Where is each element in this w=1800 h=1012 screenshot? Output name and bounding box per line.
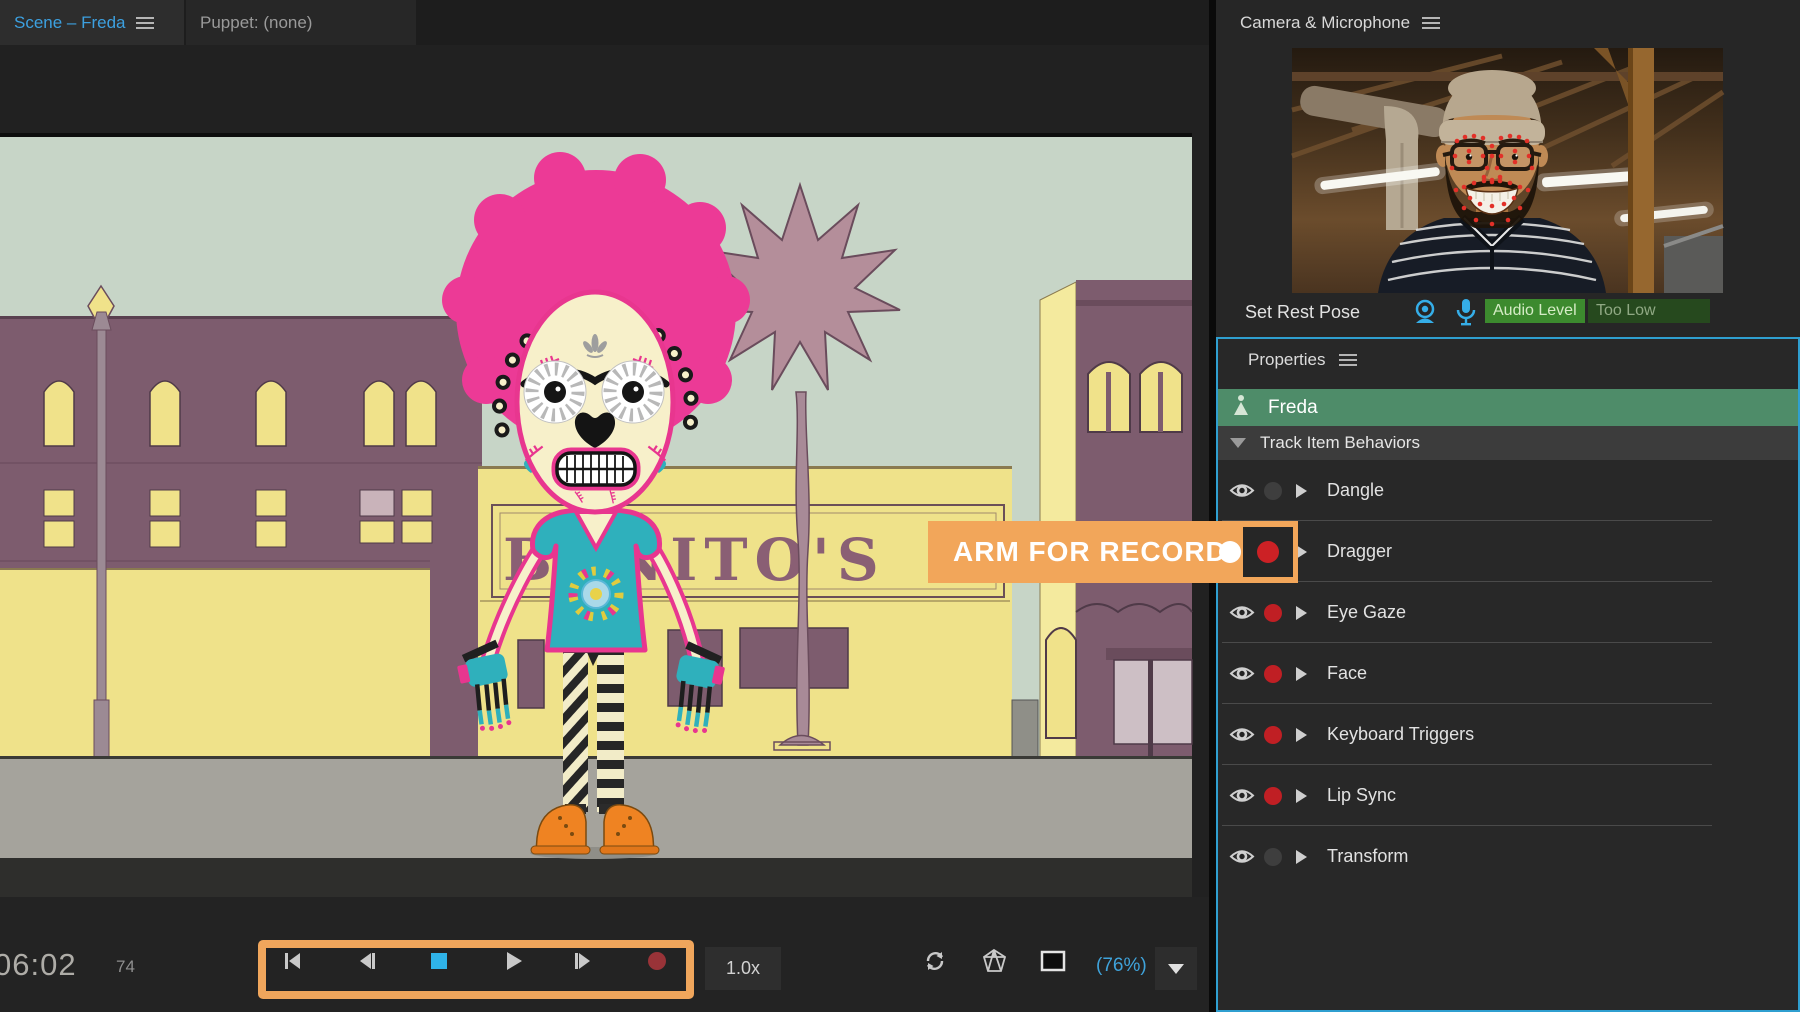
- arm-for-record-dot[interactable]: [1264, 848, 1282, 866]
- scene-tab-bar: Scene – Freda Puppet: (none): [0, 0, 1209, 45]
- behavior-row-eye-gaze[interactable]: Eye Gaze: [1218, 582, 1798, 643]
- expand-arrow-icon[interactable]: [1296, 667, 1307, 681]
- chevron-down-icon: [1230, 438, 1246, 448]
- audio-level-label: Audio Level: [1485, 299, 1585, 323]
- timecode: 06:02: [0, 947, 77, 983]
- scene-artwork: BENITO'S: [0, 133, 1192, 897]
- zoom-dropdown-button[interactable]: [1155, 947, 1197, 990]
- behavior-row-dragger[interactable]: Dragger: [1218, 521, 1798, 582]
- arm-for-record-label: ARM FOR RECORD: [953, 536, 1227, 568]
- section-title: Track Item Behaviors: [1260, 433, 1420, 453]
- camera-panel-title: Camera & Microphone: [1240, 13, 1410, 33]
- properties-panel: Properties Freda Track Item Behaviors Da…: [1216, 337, 1800, 1012]
- visibility-eye-icon[interactable]: [1229, 848, 1255, 870]
- arm-for-record-dot[interactable]: [1264, 604, 1282, 622]
- freda-right-leg: [597, 648, 624, 812]
- behavior-label: Keyboard Triggers: [1327, 724, 1474, 745]
- tab-scene-label: Scene – Freda: [14, 13, 126, 33]
- expand-arrow-icon[interactable]: [1296, 606, 1307, 620]
- expand-arrow-icon[interactable]: [1296, 728, 1307, 742]
- scene-panel: Scene – Freda Puppet: (none): [0, 0, 1209, 1012]
- behavior-label: Dangle: [1327, 480, 1384, 501]
- highlighted-eye-dot: [1219, 541, 1241, 563]
- expand-arrow-icon[interactable]: [1296, 789, 1307, 803]
- arm-for-record-dot[interactable]: [1264, 482, 1282, 500]
- camera-microphone-panel: Camera & Microphone: [1216, 0, 1800, 337]
- behavior-label: Transform: [1327, 846, 1408, 867]
- arm-for-record-dot[interactable]: [1264, 787, 1282, 805]
- camera-controls-row: Set Rest Pose Audio Level Too Low: [1216, 293, 1800, 337]
- tab-puppet-label: Puppet: (none): [200, 13, 312, 33]
- visibility-eye-icon[interactable]: [1229, 604, 1255, 626]
- transport-highlight-outline: [258, 940, 694, 999]
- behavior-list: Dangle Dragger Eye Gaze Face: [1218, 460, 1798, 887]
- snapshot-icon[interactable]: [1036, 944, 1070, 978]
- set-rest-pose-button[interactable]: Set Rest Pose: [1245, 302, 1360, 323]
- arm-for-record-highlight-square: [1243, 527, 1293, 577]
- refresh-icon[interactable]: [918, 944, 952, 978]
- tab-puppet[interactable]: Puppet: (none): [186, 0, 416, 45]
- webcam-feed: [1292, 48, 1723, 293]
- behavior-row-face[interactable]: Face: [1218, 643, 1798, 704]
- frame-count: 74: [116, 957, 135, 977]
- zoom-level[interactable]: (76%): [1096, 955, 1147, 977]
- panel-menu-icon[interactable]: [136, 14, 154, 32]
- visibility-eye-icon[interactable]: [1229, 665, 1255, 687]
- selected-puppet-row[interactable]: Freda: [1218, 389, 1798, 426]
- microphone-toggle-icon[interactable]: [1456, 298, 1476, 331]
- tab-scene-freda[interactable]: Scene – Freda: [0, 0, 184, 45]
- behavior-row-lip-sync[interactable]: Lip Sync: [1218, 765, 1798, 826]
- purple-building: [0, 316, 482, 762]
- chevron-down-icon: [1168, 964, 1184, 974]
- behavior-label: Lip Sync: [1327, 785, 1396, 806]
- behavior-label: Eye Gaze: [1327, 602, 1406, 623]
- track-item-behaviors-section[interactable]: Track Item Behaviors: [1218, 426, 1798, 460]
- visibility-eye-icon[interactable]: [1229, 726, 1255, 748]
- character-animator-app: Scene – Freda Puppet: (none): [0, 0, 1800, 1012]
- behavior-label: Face: [1327, 663, 1367, 684]
- expand-arrow-icon[interactable]: [1296, 484, 1307, 498]
- scene-viewport[interactable]: BENITO'S: [0, 133, 1192, 897]
- webcam-toggle-icon[interactable]: [1412, 299, 1438, 330]
- visibility-eye-icon[interactable]: [1229, 482, 1255, 504]
- puppet-icon: [1232, 394, 1250, 422]
- visibility-eye-icon[interactable]: [1229, 787, 1255, 809]
- arm-for-record-dot[interactable]: [1264, 665, 1282, 683]
- behavior-row-keyboard-triggers[interactable]: Keyboard Triggers: [1218, 704, 1798, 765]
- behavior-label: Dragger: [1327, 541, 1392, 562]
- arm-for-record-dot[interactable]: [1264, 726, 1282, 744]
- sidewalk: [0, 759, 1192, 858]
- street: [0, 858, 1192, 897]
- behavior-row-dangle[interactable]: Dangle: [1218, 460, 1798, 521]
- freda-mouth: [554, 450, 638, 488]
- playback-speed-button[interactable]: 1.0x: [705, 947, 781, 990]
- selected-puppet-name: Freda: [1268, 397, 1318, 419]
- panel-menu-icon[interactable]: [1339, 351, 1357, 369]
- arm-for-record-callout: ARM FOR RECORD: [928, 521, 1298, 583]
- armed-record-dot[interactable]: [1257, 541, 1279, 563]
- expand-arrow-icon[interactable]: [1296, 850, 1307, 864]
- properties-title: Properties: [1248, 350, 1325, 370]
- panel-menu-icon[interactable]: [1422, 14, 1440, 32]
- street-utility-box: [1012, 700, 1038, 758]
- panel-divider[interactable]: [1209, 0, 1216, 1012]
- audio-level-status: Too Low: [1588, 299, 1710, 323]
- behavior-row-transform[interactable]: Transform: [1218, 826, 1798, 887]
- freda-left-leg: [563, 648, 588, 812]
- mesh-view-icon[interactable]: [978, 944, 1012, 978]
